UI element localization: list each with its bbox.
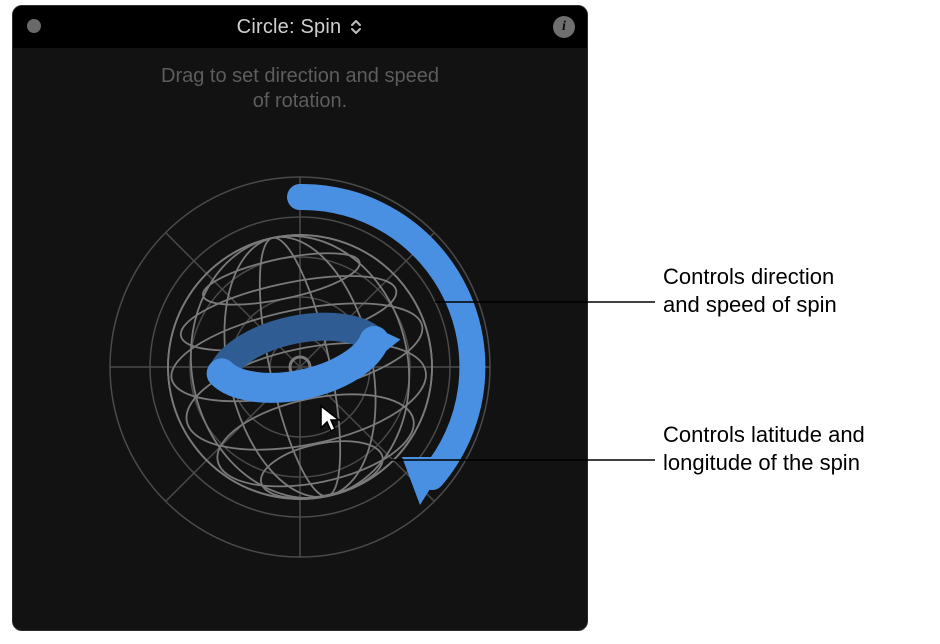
hint-line-1: Drag to set direction and speed bbox=[161, 65, 439, 87]
hint-line-2: of rotation. bbox=[253, 90, 348, 112]
callout-outer-line1: Controls direction bbox=[663, 264, 834, 289]
callout-inner: Controls latitude and longitude of the s… bbox=[663, 421, 865, 476]
radar-grid bbox=[110, 177, 490, 557]
close-icon[interactable] bbox=[27, 19, 41, 33]
stage: Circle: Spin i Drag to set direction and… bbox=[0, 0, 940, 644]
callout-outer: Controls direction and speed of spin bbox=[663, 263, 837, 318]
spin-canvas[interactable] bbox=[90, 157, 510, 582]
panel-title: Circle: Spin bbox=[237, 16, 342, 39]
info-glyph: i bbox=[562, 19, 566, 35]
panel-titlebar: Circle: Spin i bbox=[13, 6, 587, 48]
spin-canvas-wrap bbox=[13, 126, 587, 630]
callouts: Controls direction and speed of spin Con… bbox=[600, 0, 930, 644]
callout-inner-line2: longitude of the spin bbox=[663, 450, 860, 475]
panel-title-menu[interactable]: Circle: Spin bbox=[237, 16, 364, 39]
callout-outer-line2: and speed of spin bbox=[663, 292, 837, 317]
info-icon[interactable]: i bbox=[553, 16, 575, 38]
spin-panel: Circle: Spin i Drag to set direction and… bbox=[12, 5, 588, 631]
hint-text: Drag to set direction and speed of rotat… bbox=[13, 64, 587, 114]
callout-inner-line1: Controls latitude and bbox=[663, 422, 865, 447]
chevron-updown-icon bbox=[349, 18, 363, 36]
